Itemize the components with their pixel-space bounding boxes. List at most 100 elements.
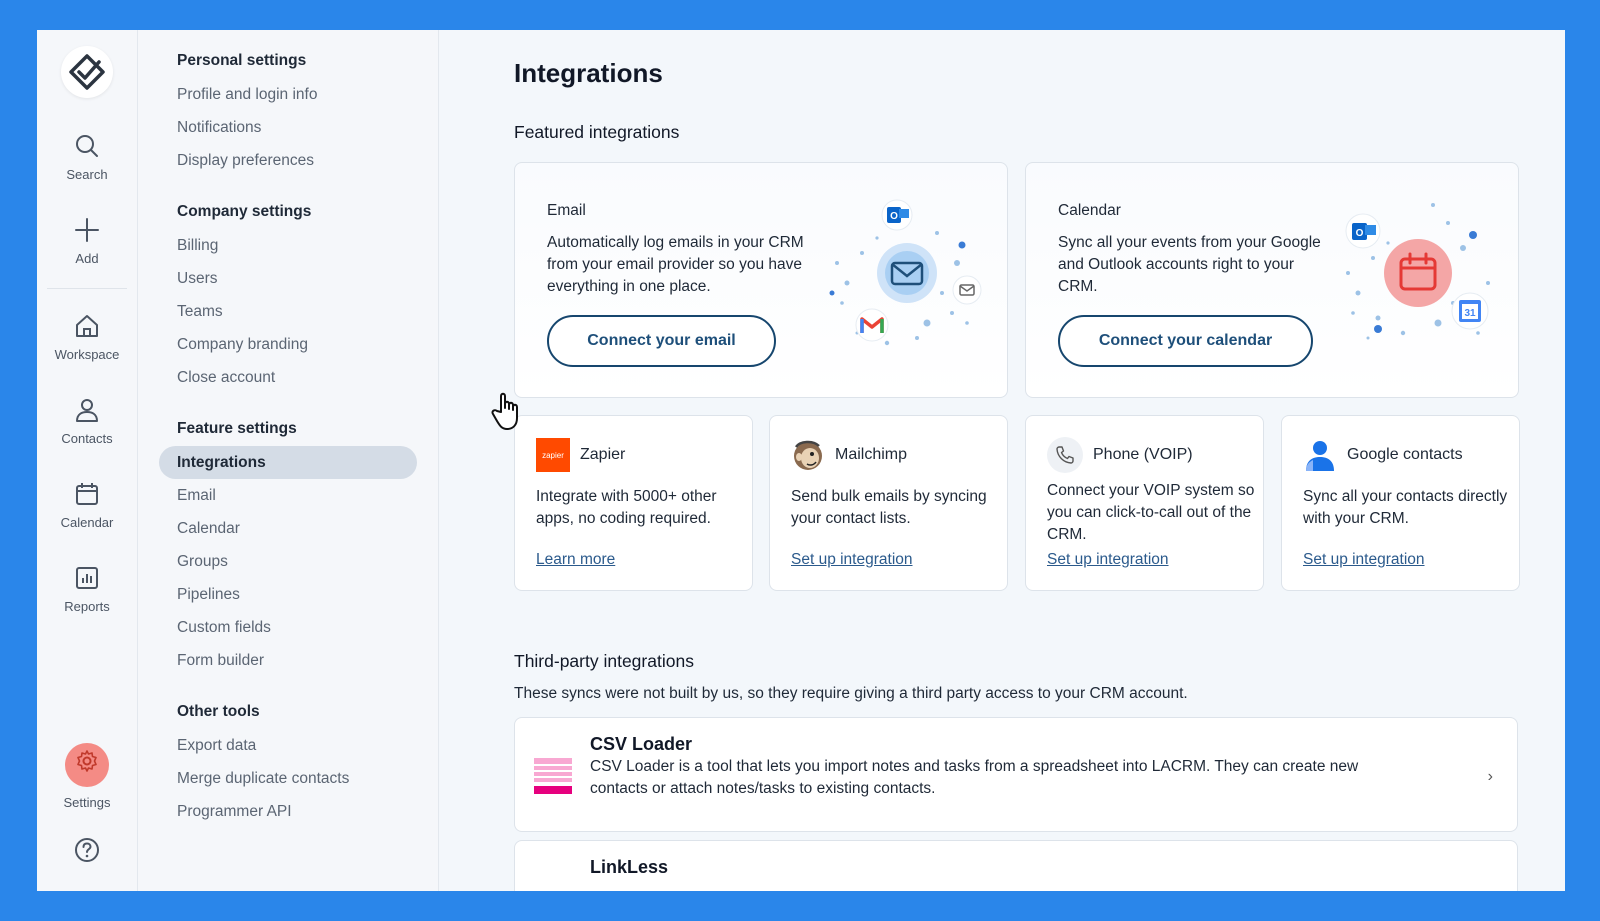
- rail-search[interactable]: Search: [37, 133, 137, 182]
- gear-icon: [77, 750, 97, 772]
- phone-card-title: Phone (VOIP): [1093, 446, 1193, 463]
- nav-item-custom-fields[interactable]: Custom fields: [138, 611, 438, 644]
- rail-workspace-label: Workspace: [54, 347, 120, 362]
- linkless-title: LinkLess: [590, 857, 669, 877]
- mailchimp-card-title: Mailchimp: [835, 446, 908, 463]
- plus-icon: [75, 218, 99, 242]
- svg-text:O: O: [890, 211, 898, 222]
- nav-item-pipelines[interactable]: Pipelines: [138, 578, 438, 611]
- nav-section-company: Company settings Billing Users Teams Com…: [138, 195, 438, 394]
- rail-settings[interactable]: Settings: [37, 743, 137, 810]
- page-title: Integrations: [514, 58, 663, 88]
- phone-card-header: Phone (VOIP): [1047, 437, 1193, 473]
- featured-heading: Featured integrations: [514, 122, 680, 142]
- nav-item-export[interactable]: Export data: [138, 729, 438, 762]
- nav-item-email[interactable]: Email: [138, 479, 438, 512]
- csv-loader-row[interactable]: CSV Loader CSV Loader is a tool that let…: [514, 717, 1518, 832]
- google-contacts-card-desc: Sync all your contacts directly with you…: [1303, 488, 1508, 527]
- calendar-icon: [76, 483, 98, 505]
- nav-section-feature: Feature settings Integrations Email Cale…: [138, 412, 438, 677]
- email-illustration: O: [829, 199, 982, 346]
- nav-item-integrations[interactable]: Integrations: [159, 446, 417, 479]
- chevron-right-icon: ›: [1487, 768, 1493, 785]
- rail-divider: [47, 288, 127, 289]
- nav-item-calendar[interactable]: Calendar: [138, 512, 438, 545]
- rail-contacts[interactable]: Contacts: [37, 397, 137, 446]
- chart-icon: [76, 567, 98, 589]
- icon-rail: Search Add Workspace Contacts Calendar R…: [37, 30, 138, 891]
- zapier-card-title: Zapier: [580, 446, 626, 463]
- zapier-card-desc: Integrate with 5000+ other apps, no codi…: [536, 488, 717, 527]
- settings-sidenav: Personal settings Profile and login info…: [138, 30, 439, 891]
- nav-section-personal: Personal settings Profile and login info…: [138, 44, 438, 177]
- app-logo[interactable]: [61, 46, 113, 98]
- person-icon: [76, 399, 98, 422]
- csv-loader-desc: CSV Loader is a tool that lets you impor…: [590, 758, 1359, 797]
- svg-text:O: O: [1356, 228, 1364, 239]
- nav-item-branding[interactable]: Company branding: [138, 328, 438, 361]
- rail-add-label: Add: [75, 251, 99, 266]
- nav-section-other: Other tools Export data Merge duplicate …: [138, 695, 438, 828]
- nav-item-form-builder[interactable]: Form builder: [138, 644, 438, 677]
- rail-add[interactable]: Add: [37, 217, 137, 266]
- google-contacts-setup-link[interactable]: Set up integration: [1303, 551, 1425, 569]
- google-contacts-card-title: Google contacts: [1347, 446, 1463, 463]
- rail-calendar[interactable]: Calendar: [37, 481, 137, 530]
- main-content: Integrations Featured integrations Email…: [439, 30, 1565, 891]
- zapier-learn-more-link[interactable]: Learn more: [536, 551, 615, 569]
- google-contacts-card: Google contacts Sync all your contacts d…: [1281, 415, 1520, 591]
- rail-settings-label: Settings: [63, 795, 111, 810]
- nav-item-close-account[interactable]: Close account: [138, 361, 438, 394]
- nav-item-users[interactable]: Users: [138, 262, 438, 295]
- nav-item-notifications[interactable]: Notifications: [138, 111, 438, 144]
- rail-search-label: Search: [66, 167, 108, 182]
- rail-reports-label: Reports: [64, 599, 110, 614]
- linkless-row[interactable]: LinkLess: [514, 840, 1518, 891]
- rail-help[interactable]: [37, 837, 137, 871]
- nav-item-teams[interactable]: Teams: [138, 295, 438, 328]
- rail-contacts-label: Contacts: [61, 431, 113, 446]
- nav-item-profile[interactable]: Profile and login info: [138, 78, 438, 111]
- calendar-feature-card: Calendar Sync all your events from your …: [1025, 162, 1519, 398]
- nav-heading-personal: Personal settings: [177, 52, 307, 69]
- calendar-illustration: O 31: [1345, 203, 1490, 340]
- rail-workspace[interactable]: Workspace: [37, 313, 137, 362]
- nav-item-merge[interactable]: Merge duplicate contacts: [138, 762, 438, 795]
- calendar-card-title: Calendar: [1058, 202, 1121, 219]
- phone-voip-card: Phone (VOIP) Connect your VOIP system so…: [1025, 415, 1264, 591]
- zapier-card-header: zapier Zapier: [536, 438, 625, 472]
- phone-setup-link[interactable]: Set up integration: [1047, 551, 1169, 569]
- connect-email-button[interactable]: Connect your email: [547, 315, 776, 367]
- rail-calendar-label: Calendar: [60, 515, 114, 530]
- phone-icon: [1047, 437, 1083, 473]
- google-contacts-icon: [1306, 441, 1334, 471]
- hand-cursor-icon: [491, 392, 518, 430]
- mailchimp-card-header: Mailchimp: [791, 438, 907, 472]
- rail-reports[interactable]: Reports: [37, 565, 137, 614]
- calendar-badge-text: 31: [1464, 308, 1476, 319]
- nav-item-groups[interactable]: Groups: [138, 545, 438, 578]
- help-icon: [75, 838, 99, 862]
- mailchimp-card-desc: Send bulk emails by syncing your contact…: [791, 488, 987, 527]
- csv-loader-icon: [534, 758, 572, 794]
- email-feature-card: Email Automatically log emails in your C…: [514, 162, 1008, 398]
- logo-icon: [69, 54, 105, 90]
- search-icon: [76, 135, 98, 157]
- third-party-desc: These syncs were not built by us, so the…: [514, 685, 1188, 702]
- zapier-logo-icon: zapier: [536, 438, 570, 472]
- nav-heading-other: Other tools: [177, 703, 260, 720]
- zapier-logo-text: zapier: [542, 450, 564, 460]
- app-window: Search Add Workspace Contacts Calendar R…: [37, 30, 1565, 891]
- settings-badge: [65, 743, 109, 787]
- nav-item-billing[interactable]: Billing: [138, 229, 438, 262]
- nav-item-api[interactable]: Programmer API: [138, 795, 438, 828]
- home-icon: [76, 315, 98, 337]
- phone-card-desc: Connect your VOIP system so you can clic…: [1047, 482, 1255, 543]
- connect-calendar-button[interactable]: Connect your calendar: [1058, 315, 1313, 367]
- nav-item-display[interactable]: Display preferences: [138, 144, 438, 177]
- csv-loader-title: CSV Loader: [590, 734, 693, 754]
- mailchimp-setup-link[interactable]: Set up integration: [791, 551, 913, 569]
- third-party-heading: Third-party integrations: [514, 651, 694, 671]
- mailchimp-logo-icon: [794, 440, 822, 470]
- email-card-title: Email: [547, 202, 586, 219]
